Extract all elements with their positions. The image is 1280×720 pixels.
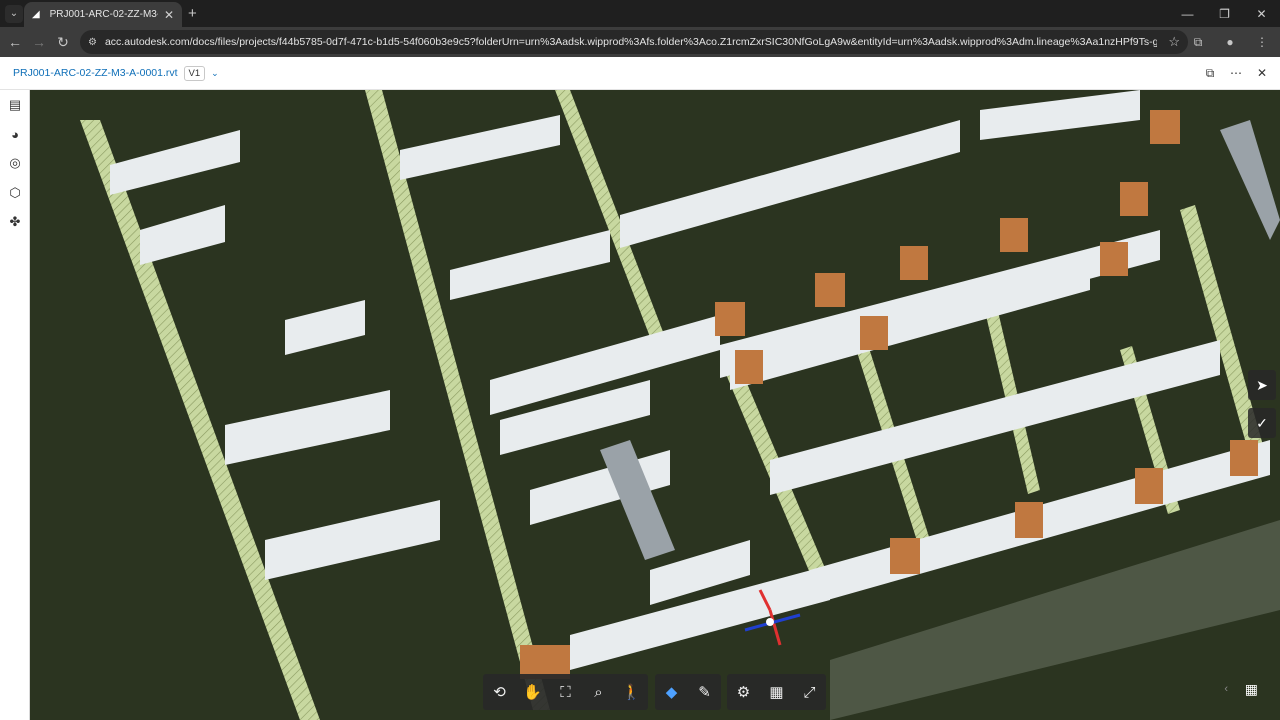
zoom-window-icon[interactable]: ⌕	[582, 674, 615, 710]
site-info-icon[interactable]: ⚙	[88, 37, 97, 48]
left-tool-rail: ▤ ◕ ◎ ⬡ ✤	[0, 90, 30, 720]
fan-icon[interactable]: ✤	[5, 212, 25, 232]
tab-title: PRJ001-ARC-02-ZZ-M3-A-0001.rvt	[49, 9, 158, 20]
autodesk-favicon-icon: ◢	[32, 8, 40, 20]
browser-tab[interactable]: ◢ PRJ001-ARC-02-ZZ-M3-A-0001.rvt ✕	[24, 2, 182, 27]
close-viewer-icon[interactable]: ✕	[1252, 63, 1272, 83]
check-icon[interactable]: ✓	[1248, 408, 1276, 438]
model-browser-icon[interactable]: ◕	[5, 124, 25, 144]
close-window-icon[interactable]: ✕	[1243, 0, 1280, 27]
issues-icon[interactable]: ◎	[5, 153, 25, 173]
reload-icon[interactable]: ↻	[51, 30, 75, 54]
browser-tab-strip: ⌄ ◢ PRJ001-ARC-02-ZZ-M3-A-0001.rvt ✕ + —…	[0, 0, 1280, 27]
select-cursor-icon[interactable]: ➤	[1248, 370, 1276, 400]
window-controls: — ❐ ✕	[1169, 0, 1280, 27]
browser-toolbar: ← → ↻ ⚙ acc.autodesk.com/docs/files/proj…	[0, 27, 1280, 57]
fit-icon[interactable]: ⛶	[549, 674, 582, 710]
properties-icon[interactable]: ▦	[760, 674, 793, 710]
chevron-left-icon[interactable]: ‹	[1224, 683, 1228, 695]
new-tab-button[interactable]: +	[188, 5, 197, 22]
grid-view-icon[interactable]: ▦	[1245, 681, 1258, 698]
tools-toolbar: ◆ ✎	[655, 674, 721, 710]
minimize-icon[interactable]: —	[1169, 0, 1206, 27]
url-text: acc.autodesk.com/docs/files/projects/f44…	[104, 36, 1157, 48]
section-icon[interactable]: ◆	[655, 674, 688, 710]
model-viewport[interactable]: ➤ ✓	[30, 90, 1280, 720]
version-chevron-down-icon[interactable]: ⌄	[211, 68, 219, 79]
sheets-icon[interactable]: ▤	[5, 95, 25, 115]
more-options-icon[interactable]: ⋯	[1226, 63, 1246, 83]
walk-icon[interactable]: 🚶	[615, 674, 648, 710]
browser-menu-icon[interactable]: ⋮	[1250, 30, 1274, 54]
back-icon[interactable]: ←	[3, 30, 27, 54]
version-badge[interactable]: V1	[183, 65, 206, 81]
extensions-icon[interactable]: ⧉	[1186, 30, 1210, 54]
browser-right-icons: ⧉ ● ⋮	[1186, 30, 1274, 54]
restore-icon[interactable]: ❐	[1206, 0, 1243, 27]
tab-close-icon[interactable]: ✕	[164, 8, 174, 22]
profile-icon[interactable]: ●	[1218, 30, 1242, 54]
header-actions: ⧉ ⋯ ✕	[1200, 63, 1272, 83]
address-bar[interactable]: ⚙ acc.autodesk.com/docs/files/projects/f…	[80, 30, 1188, 54]
measure-icon[interactable]: ✎	[688, 674, 721, 710]
objects-icon[interactable]: ⬡	[5, 183, 25, 203]
pan-icon[interactable]: ✋	[516, 674, 549, 710]
viewer-header: PRJ001-ARC-02-ZZ-M3-A-0001.rvt V1 ⌄ ⧉ ⋯ …	[0, 57, 1280, 90]
fullscreen-icon[interactable]: ⤢	[793, 674, 826, 710]
bookmark-star-icon[interactable]: ☆	[1168, 34, 1180, 50]
settings-toolbar: ⚙ ▦ ⤢	[727, 674, 826, 710]
orbit-icon[interactable]: ⟲	[483, 674, 516, 710]
file-name-link[interactable]: PRJ001-ARC-02-ZZ-M3-A-0001.rvt	[13, 67, 178, 79]
forward-icon[interactable]: →	[27, 30, 51, 54]
model-canvas	[30, 90, 1280, 720]
settings-icon[interactable]: ⚙	[727, 674, 760, 710]
tab-search-chevron-icon[interactable]: ⌄	[5, 4, 23, 23]
navigation-toolbar: ⟲ ✋ ⛶ ⌕ 🚶	[483, 674, 648, 710]
compare-icon[interactable]: ⧉	[1200, 63, 1220, 83]
